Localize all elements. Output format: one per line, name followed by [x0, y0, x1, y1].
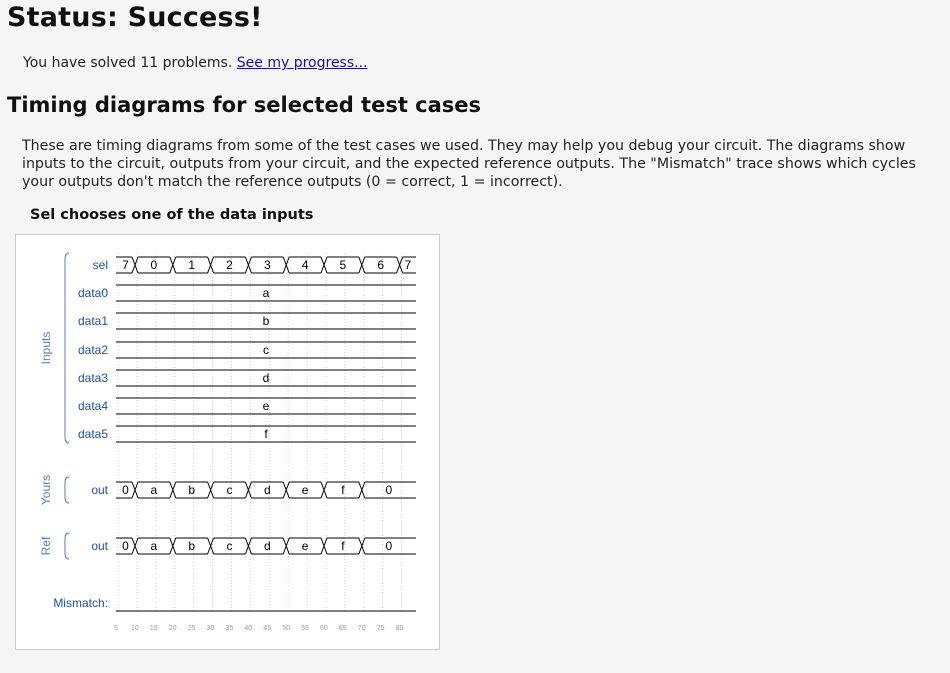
diagram-title: Sel chooses one of the data inputs: [30, 207, 314, 223]
time-tick-label: 40: [244, 625, 252, 632]
group-bracket: [64, 476, 70, 504]
bus-value: 3: [264, 258, 271, 272]
solved-count-text: You have solved 11 problems.: [23, 55, 233, 71]
progress-line: You have solved 11 problems. See my prog…: [23, 55, 368, 71]
time-tick-label: 45: [263, 625, 271, 632]
signal-label: data5: [78, 427, 108, 441]
bus-value: 5: [340, 258, 347, 272]
bus-value: 7: [122, 258, 129, 272]
bus-value: 0: [122, 483, 129, 497]
bus-value: 0: [386, 539, 393, 553]
bus-value: 0: [122, 539, 129, 553]
bus-value: 1: [188, 258, 195, 272]
bus-segment: [327, 481, 366, 499]
time-tick-label: 55: [301, 625, 309, 632]
signal-label: data1: [78, 314, 108, 328]
signal-label: data4: [78, 399, 108, 413]
group-label: Yours: [39, 475, 53, 505]
bus-value: c: [227, 483, 233, 497]
bus-value: 0: [151, 258, 158, 272]
bus-segment: [327, 537, 366, 555]
signal-label: out: [91, 539, 108, 553]
bus-value: 7: [404, 258, 411, 272]
signal-value: d: [263, 371, 270, 385]
bus-value: d: [264, 483, 271, 497]
section-title: Timing diagrams for selected test cases: [7, 93, 482, 117]
bus-value: a: [151, 539, 158, 553]
group-label: Ref: [39, 536, 53, 555]
bus-value: b: [188, 539, 195, 553]
bus-value: a: [151, 483, 158, 497]
signal-label: data2: [78, 343, 108, 357]
time-tick-label: 15: [150, 625, 158, 632]
time-tick-label: 20: [169, 625, 177, 632]
time-tick-label: 70: [358, 625, 366, 632]
signal-label: sel: [93, 258, 108, 272]
signal-value: b: [263, 314, 270, 328]
bus-value: b: [188, 483, 195, 497]
time-tick-label: 5: [114, 625, 118, 632]
signal-value: f: [264, 427, 268, 441]
time-tick-label: 10: [131, 625, 139, 632]
time-tick-label: 60: [320, 625, 328, 632]
signal-label: data0: [78, 286, 108, 300]
time-tick-label: 80: [396, 625, 404, 632]
bus-value: c: [227, 539, 233, 553]
time-tick-label: 30: [207, 625, 215, 632]
signal-label: out: [91, 483, 108, 497]
timing-diagram: InputsYoursRefsel 7 0 1 2 3 4 5 6 7data0 adata1 bda…: [39, 252, 416, 632]
see-progress-link[interactable]: See my progress...: [237, 55, 368, 71]
status-title: Status: Success!: [7, 2, 263, 33]
time-tick-label: 25: [188, 625, 196, 632]
signal-label: data3: [78, 371, 108, 385]
timing-diagram-panel: Inputs Yours Ref sel 7 0 1 2 3 4 5 6 7 data0 a data1 b da…: [15, 234, 440, 650]
bus-value: 6: [377, 258, 384, 272]
bus-segment: [213, 481, 252, 499]
mismatch-label: Mismatch:: [53, 596, 108, 610]
signal-value: c: [263, 343, 269, 357]
bus-value: 4: [302, 258, 309, 272]
signal-value: a: [263, 286, 270, 300]
section-description: These are timing diagrams from some of t…: [22, 138, 916, 191]
bus-value: d: [264, 539, 271, 553]
bus-value: e: [302, 539, 309, 553]
group-label: Inputs: [39, 332, 53, 365]
group-bracket: [64, 252, 70, 444]
time-tick-label: 65: [339, 625, 347, 632]
bus-value: 2: [226, 258, 233, 272]
time-tick-label: 75: [377, 625, 385, 632]
bus-segment: [213, 537, 252, 555]
time-tick-label: 50: [282, 625, 290, 632]
group-bracket: [64, 532, 70, 560]
bus-value: 0: [386, 483, 393, 497]
time-tick-label: 35: [226, 625, 234, 632]
bus-value: e: [302, 483, 309, 497]
signal-value: e: [263, 399, 270, 413]
